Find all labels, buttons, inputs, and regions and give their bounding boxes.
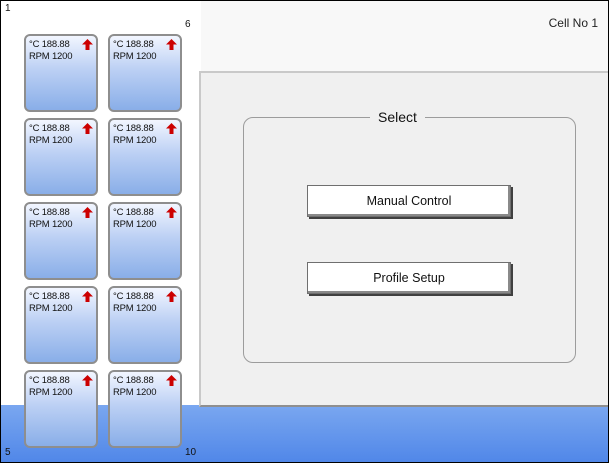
- tile-rpm: RPM 1200: [113, 387, 157, 398]
- tile-index-sixth: 6: [185, 19, 191, 30]
- tile-temperature: °C 188.88: [29, 39, 70, 50]
- tile-rpm: RPM 1200: [113, 51, 157, 62]
- cell-label: Cell No 1: [548, 16, 598, 30]
- tile-index-first: 1: [5, 3, 11, 14]
- up-arrow-icon: [82, 291, 93, 302]
- tile-temperature: °C 188.88: [29, 291, 70, 302]
- tile-temperature: °C 188.88: [113, 375, 154, 386]
- tile-rpm: RPM 1200: [29, 135, 73, 146]
- tile-index-fifth: 5: [5, 447, 11, 458]
- tile-rpm: RPM 1200: [113, 303, 157, 314]
- select-groupbox: Select Manual Control Profile Setup: [243, 109, 576, 363]
- tile-6[interactable]: °C 188.88 RPM 1200: [108, 34, 182, 112]
- tile-rpm: RPM 1200: [29, 303, 73, 314]
- tile-temperature: °C 188.88: [29, 123, 70, 134]
- up-arrow-icon: [166, 123, 177, 134]
- app-screen: Cell No 1 1 6 5 10 °C 188.88 RPM 1200 °C…: [0, 0, 609, 463]
- manual-control-button[interactable]: Manual Control: [307, 185, 511, 217]
- tile-temperature: °C 188.88: [113, 39, 154, 50]
- tile-8[interactable]: °C 188.88 RPM 1200: [108, 202, 182, 280]
- tile-7[interactable]: °C 188.88 RPM 1200: [108, 118, 182, 196]
- profile-setup-button[interactable]: Profile Setup: [307, 262, 511, 294]
- tile-rpm: RPM 1200: [113, 219, 157, 230]
- tile-rpm: RPM 1200: [113, 135, 157, 146]
- up-arrow-icon: [166, 39, 177, 50]
- up-arrow-icon: [166, 207, 177, 218]
- tile-rpm: RPM 1200: [29, 219, 73, 230]
- tile-temperature: °C 188.88: [29, 375, 70, 386]
- tile-temperature: °C 188.88: [113, 123, 154, 134]
- tile-3[interactable]: °C 188.88 RPM 1200: [24, 202, 98, 280]
- up-arrow-icon: [166, 375, 177, 386]
- select-panel: Select Manual Control Profile Setup: [199, 71, 608, 407]
- tile-temperature: °C 188.88: [113, 207, 154, 218]
- up-arrow-icon: [82, 207, 93, 218]
- tile-9[interactable]: °C 188.88 RPM 1200: [108, 286, 182, 364]
- up-arrow-icon: [82, 375, 93, 386]
- tile-4[interactable]: °C 188.88 RPM 1200: [24, 286, 98, 364]
- tile-rpm: RPM 1200: [29, 387, 73, 398]
- up-arrow-icon: [82, 39, 93, 50]
- tile-temperature: °C 188.88: [113, 291, 154, 302]
- tile-10[interactable]: °C 188.88 RPM 1200: [108, 370, 182, 448]
- up-arrow-icon: [82, 123, 93, 134]
- select-group-title: Select: [370, 109, 425, 125]
- tile-temperature: °C 188.88: [29, 207, 70, 218]
- tile-5[interactable]: °C 188.88 RPM 1200: [24, 370, 98, 448]
- up-arrow-icon: [166, 291, 177, 302]
- tile-1[interactable]: °C 188.88 RPM 1200: [24, 34, 98, 112]
- tile-rpm: RPM 1200: [29, 51, 73, 62]
- tile-2[interactable]: °C 188.88 RPM 1200: [24, 118, 98, 196]
- tile-index-tenth: 10: [185, 447, 197, 458]
